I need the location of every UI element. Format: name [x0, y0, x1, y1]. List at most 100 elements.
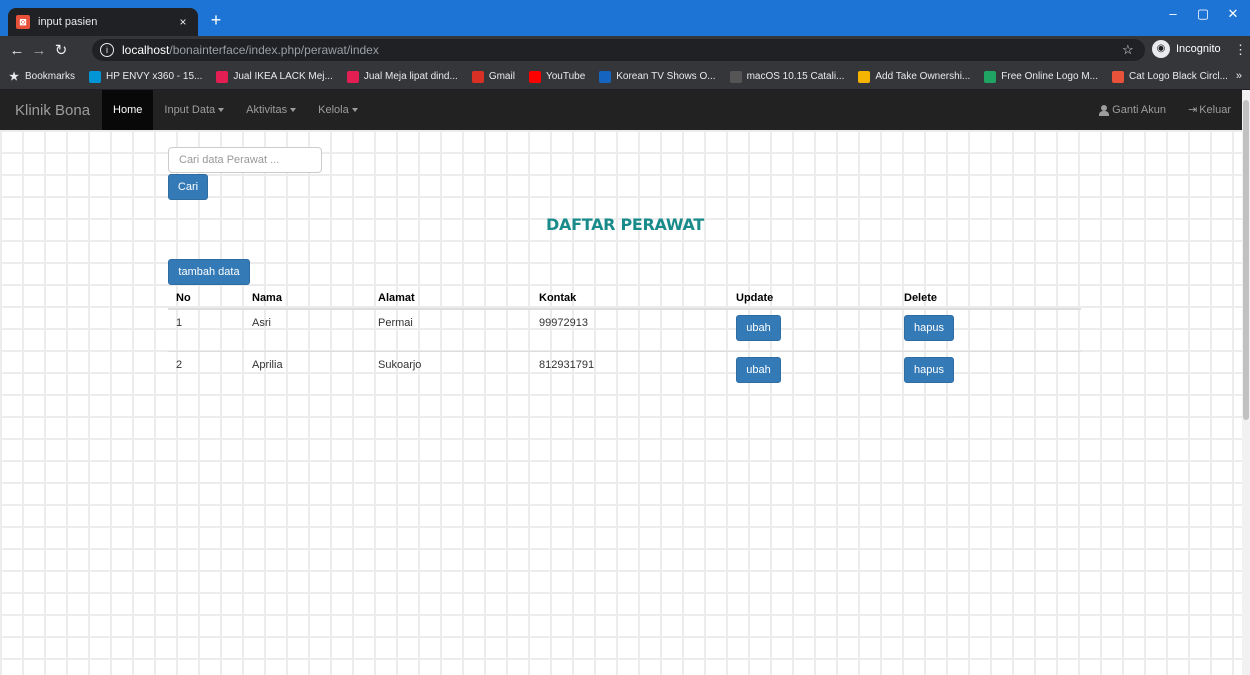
- more-bookmarks-icon[interactable]: »: [1236, 70, 1242, 82]
- bookmark-star-icon[interactable]: ☆: [1122, 42, 1134, 58]
- bookmark-label: Jual Meja lipat dind...: [363, 71, 458, 82]
- nav-input-data-label: Input Data: [164, 104, 216, 116]
- nav-keluar-label: Keluar: [1199, 104, 1231, 116]
- bookmark-item[interactable]: Free Online Logo M...: [984, 70, 1098, 83]
- perawat-table: No Nama Alamat Kontak Update Delete 1 As…: [168, 287, 1081, 394]
- delete-button[interactable]: hapus: [904, 357, 954, 383]
- column-header-delete: Delete: [904, 292, 938, 304]
- incognito-badge[interactable]: ◉ Incognito: [1152, 40, 1221, 58]
- bookmark-label: Free Online Logo M...: [1001, 71, 1098, 82]
- nav-home[interactable]: Home: [102, 90, 154, 130]
- bookmark-item[interactable]: YouTube: [528, 70, 586, 83]
- tab-close-icon[interactable]: ×: [176, 15, 190, 29]
- search-input[interactable]: [168, 147, 322, 173]
- bookmark-item[interactable]: HP ENVY x360 - 15...: [89, 70, 203, 83]
- cell-no: 2: [176, 359, 183, 371]
- reload-icon[interactable]: ↻: [50, 41, 72, 59]
- column-header-alamat: Alamat: [378, 292, 415, 304]
- window-close-icon[interactable]: ✕: [1218, 6, 1248, 22]
- bookmarks-bar: ★ Bookmarks HP ENVY x360 - 15... Jual IKEA …: [0, 64, 1250, 90]
- browser-tab[interactable]: ⊠ input pasien ×: [8, 8, 198, 36]
- bookmark-item[interactable]: Add Take Ownershi...: [858, 70, 971, 83]
- back-arrow-icon[interactable]: ←: [6, 42, 28, 59]
- bookmark-favicon-icon: [528, 70, 541, 83]
- caret-down-icon: [218, 108, 225, 113]
- bookmark-label: HP ENVY x360 - 15...: [106, 71, 203, 82]
- address-bar[interactable]: i localhost/bonainterface/index.php/pera…: [92, 39, 1145, 61]
- main-content: Cari DAFTAR PERAWAT tambah data No Nama …: [0, 130, 1242, 675]
- update-button[interactable]: ubah: [736, 357, 781, 383]
- logout-icon: ⇥: [1187, 104, 1198, 116]
- table-header-row: No Nama Alamat Kontak Update Delete: [168, 287, 1081, 310]
- cell-alamat: Sukoarjo: [378, 359, 422, 371]
- bookmark-item[interactable]: ★ Bookmarks: [8, 71, 75, 83]
- bookmark-label: Korean TV Shows O...: [616, 71, 716, 82]
- bookmark-label: Bookmarks: [25, 71, 76, 82]
- minimize-icon[interactable]: –: [1158, 6, 1188, 21]
- column-header-update: Update: [736, 292, 774, 304]
- column-header-nama: Nama: [252, 292, 282, 304]
- bookmark-label: macOS 10.15 Catali...: [746, 71, 845, 82]
- info-icon[interactable]: i: [100, 43, 114, 57]
- bookmark-favicon-icon: [984, 70, 997, 83]
- cell-no: 1: [176, 317, 183, 329]
- bookmark-item[interactable]: Cat Logo Black Circl...: [1111, 70, 1228, 83]
- bookmark-item[interactable]: Korean TV Shows O...: [599, 70, 716, 83]
- page-scrollbar[interactable]: [1242, 90, 1250, 675]
- browser-tab-strip: ⊠ input pasien × + – ▢ ✕: [0, 0, 1250, 36]
- nav-input-data-dropdown[interactable]: Input Data: [153, 90, 235, 130]
- url-path: /bonainterface/index.php/perawat/index: [169, 43, 379, 57]
- page-title: DAFTAR PERAWAT: [546, 215, 704, 234]
- update-button[interactable]: ubah: [736, 315, 781, 341]
- new-tab-button[interactable]: +: [206, 10, 226, 30]
- bookmark-item[interactable]: macOS 10.15 Catali...: [729, 70, 845, 83]
- bookmark-label: YouTube: [545, 71, 586, 82]
- nav-ganti-akun[interactable]: Ganti Akun: [1088, 90, 1177, 130]
- add-data-button[interactable]: tambah data: [168, 259, 250, 285]
- delete-button[interactable]: hapus: [904, 315, 954, 341]
- bookmark-item[interactable]: Jual IKEA LACK Mej...: [216, 70, 333, 83]
- star-icon: ★: [9, 70, 19, 83]
- tab-favicon-icon: ⊠: [16, 15, 30, 29]
- caret-down-icon: [290, 108, 297, 113]
- scrollbar-thumb[interactable]: [1243, 100, 1249, 420]
- bookmark-item[interactable]: Gmail: [471, 70, 515, 83]
- cell-kontak: 812931791: [539, 359, 595, 371]
- url-host: localhost: [122, 43, 170, 57]
- nav-ganti-akun-label: Ganti Akun: [1112, 104, 1166, 116]
- cell-nama: Aprilia: [252, 359, 283, 371]
- bookmark-favicon-icon: [599, 70, 612, 83]
- bookmark-favicon-icon: [471, 70, 484, 83]
- nav-aktivitas-dropdown[interactable]: Aktivitas: [235, 90, 307, 130]
- nav-kelola-label: Kelola: [318, 104, 349, 116]
- bookmark-label: Jual IKEA LACK Mej...: [233, 71, 333, 82]
- incognito-icon: ◉: [1152, 40, 1170, 58]
- cell-alamat: Permai: [378, 317, 413, 329]
- brand-link[interactable]: Klinik Bona: [0, 102, 102, 119]
- bookmark-label: Add Take Ownershi...: [875, 71, 971, 82]
- user-icon: [1099, 104, 1110, 116]
- bookmark-favicon-icon: [858, 70, 871, 83]
- table-row: 1 Asri Permai 99972913 ubah hapus: [168, 310, 1081, 352]
- search-button[interactable]: Cari: [168, 174, 208, 200]
- bookmark-favicon-icon: [346, 70, 359, 83]
- site-navbar: Klinik Bona Home Input Data Aktivitas Ke…: [0, 90, 1242, 130]
- caret-down-icon: [351, 108, 358, 113]
- cell-kontak: 99972913: [539, 317, 588, 329]
- bookmark-favicon-icon: [729, 70, 742, 83]
- bookmark-label: Cat Logo Black Circl...: [1128, 71, 1228, 82]
- chrome-menu-icon[interactable]: ⋮: [1234, 42, 1247, 58]
- column-header-no: No: [176, 292, 191, 304]
- bookmark-label: Gmail: [488, 71, 515, 82]
- bookmark-item[interactable]: Jual Meja lipat dind...: [346, 70, 458, 83]
- column-header-kontak: Kontak: [539, 292, 577, 304]
- bookmark-favicon-icon: [1111, 70, 1124, 83]
- nav-aktivitas-label: Aktivitas: [246, 104, 288, 116]
- maximize-icon[interactable]: ▢: [1188, 6, 1218, 22]
- nav-keluar[interactable]: ⇥ Keluar: [1177, 90, 1242, 130]
- table-row: 2 Aprilia Sukoarjo 812931791 ubah hapus: [168, 352, 1081, 394]
- incognito-label: Incognito: [1176, 43, 1221, 55]
- nav-kelola-dropdown[interactable]: Kelola: [307, 90, 369, 130]
- cell-nama: Asri: [252, 317, 271, 329]
- forward-arrow-icon[interactable]: →: [28, 42, 50, 59]
